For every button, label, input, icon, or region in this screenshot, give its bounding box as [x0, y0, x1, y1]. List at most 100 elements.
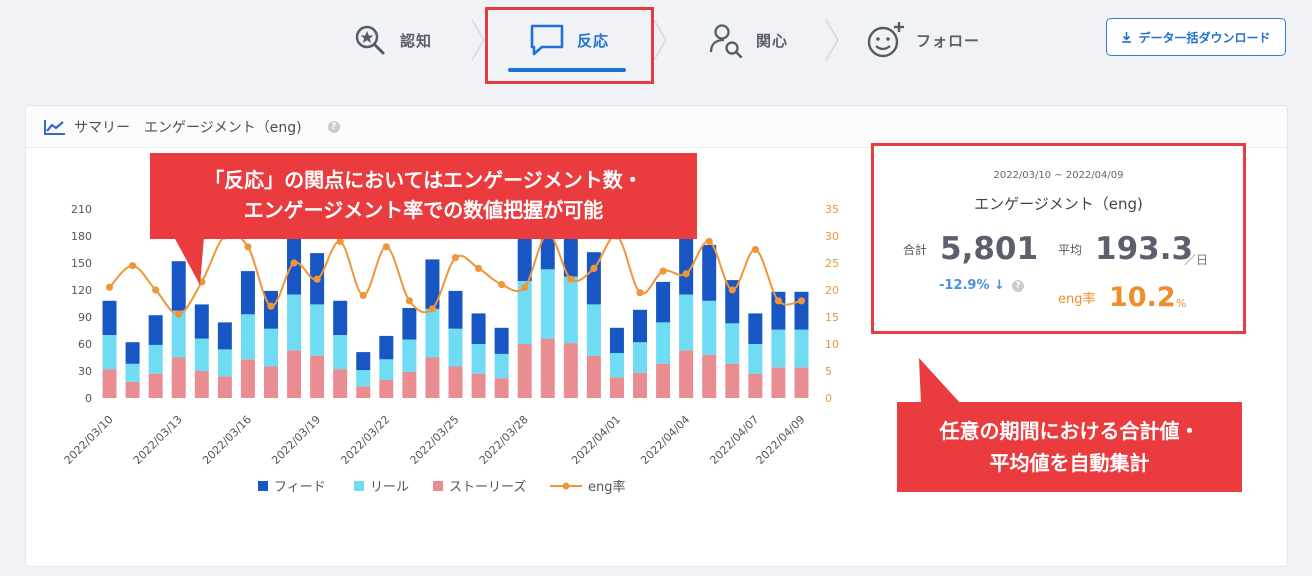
legend-feed[interactable]: フィード — [258, 476, 326, 495]
callout-tail — [174, 237, 204, 285]
bar-reel — [263, 328, 278, 367]
legend-reel[interactable]: リール — [354, 476, 409, 495]
bar-feed — [379, 335, 394, 360]
bar-stories — [425, 357, 440, 398]
bar-reel — [471, 344, 486, 374]
y-axis-tick-label: 210 — [71, 203, 92, 216]
y2-axis-tick-label: 25 — [825, 257, 839, 270]
bulk-download-button[interactable]: データ一括ダウンロード — [1106, 18, 1286, 56]
bar-stories — [702, 354, 717, 398]
average-label: 平均 — [1058, 243, 1083, 257]
bar-stories — [586, 355, 601, 398]
callout-tail — [919, 358, 961, 404]
bar-reel — [356, 370, 371, 387]
total-label: 合計 — [903, 243, 928, 257]
eng-rate-point — [152, 286, 160, 294]
bar-feed — [448, 290, 463, 329]
chevron-right-icon — [825, 19, 839, 61]
bar-reel — [679, 294, 694, 351]
x-axis-tick-label: 2022/03/19 — [269, 413, 323, 467]
y-axis-tick-label: 150 — [71, 257, 92, 270]
step-interest[interactable]: 関心 — [706, 18, 788, 62]
bar-stories — [448, 366, 463, 398]
x-axis-tick-label: 2022/03/13 — [131, 413, 185, 467]
eng-rate-point — [405, 297, 413, 305]
callout-aggregation-line2: 平均値を自動集計 — [989, 451, 1150, 475]
eng-rate-point — [128, 262, 137, 270]
eng-rate-point — [313, 275, 321, 283]
bar-reel — [240, 314, 255, 360]
step-follow[interactable]: フォロー — [866, 18, 980, 62]
bar-stories — [310, 355, 325, 398]
bar-feed — [125, 342, 140, 364]
legend-swatch-feed — [258, 480, 268, 491]
y2-axis-tick-label: 0 — [825, 392, 832, 405]
y-axis-tick-label: 90 — [78, 311, 92, 324]
bar-feed — [494, 327, 509, 354]
bar-stories — [263, 366, 278, 398]
bar-reel — [633, 342, 648, 373]
eng-rate-point — [659, 267, 667, 275]
callout-reaction-line1: 「反応」の関点においてはエンゲージメント数・ — [204, 168, 643, 192]
eng-rate-point — [498, 281, 506, 289]
eng-rate-point — [705, 237, 713, 245]
smile-plus-icon — [866, 20, 906, 60]
bar-stories — [771, 367, 786, 398]
eng-rate-point — [636, 289, 644, 297]
eng-rate-point — [267, 302, 275, 310]
rate-value: 10.2 — [1109, 282, 1176, 313]
bar-stories — [633, 372, 648, 398]
bar-feed — [402, 308, 417, 340]
bar-stories — [609, 377, 624, 398]
bar-reel — [333, 335, 348, 370]
y-axis-tick-label: 30 — [78, 365, 92, 378]
total-change: -12.9% ↓ — [939, 278, 1005, 293]
x-axis-tick-label: 2022/03/22 — [338, 413, 392, 467]
bar-reel — [540, 269, 555, 339]
bar-stories — [194, 371, 209, 398]
bar-feed — [656, 281, 671, 323]
legend-swatch-reel — [354, 480, 364, 491]
bulk-download-label: データ一括ダウンロード — [1138, 30, 1271, 45]
help-icon[interactable]: ? — [327, 121, 340, 133]
bar-feed — [702, 245, 717, 301]
rate-unit: % — [1176, 297, 1187, 310]
y2-axis-tick-label: 20 — [825, 284, 839, 297]
y-axis-tick-label: 120 — [71, 284, 92, 297]
bar-reel — [148, 344, 163, 374]
step-awareness[interactable]: 認知 — [350, 18, 432, 62]
legend-rate[interactable]: eng率 — [550, 476, 626, 495]
step-awareness-label: 認知 — [400, 31, 433, 50]
eng-rate-point — [175, 310, 183, 318]
eng-rate-point — [451, 254, 460, 262]
bar-feed — [217, 322, 232, 350]
bar-reel — [310, 304, 325, 356]
y2-axis-tick-label: 5 — [825, 365, 832, 378]
bar-reel — [586, 304, 601, 356]
eng-rate-point — [382, 243, 390, 251]
bar-reel — [194, 338, 209, 371]
person-search-icon — [706, 20, 746, 60]
line-chart-icon — [44, 120, 65, 135]
legend-stories[interactable]: ストーリーズ — [433, 476, 526, 495]
bar-stories — [125, 381, 140, 398]
bar-reel — [102, 335, 117, 370]
legend-label-stories: ストーリーズ — [449, 480, 527, 495]
bar-stories — [517, 344, 532, 398]
y-axis-tick-label: 60 — [78, 338, 92, 351]
help-icon[interactable]: ? — [1012, 280, 1024, 292]
bar-reel — [287, 294, 302, 351]
average-unit: ／日 — [1184, 253, 1209, 267]
eng-rate-point — [797, 297, 806, 305]
bar-reel — [609, 353, 624, 378]
bar-stories — [148, 373, 163, 398]
bar-feed — [679, 231, 694, 295]
bar-feed — [633, 309, 648, 343]
eng-rate-point — [682, 270, 690, 278]
eng-rate-point — [521, 283, 529, 291]
rate-label: eng率 — [1058, 292, 1096, 307]
bar-stories — [563, 343, 578, 398]
bar-feed — [148, 315, 163, 345]
bar-stories — [171, 357, 186, 398]
bar-reel — [448, 328, 463, 367]
